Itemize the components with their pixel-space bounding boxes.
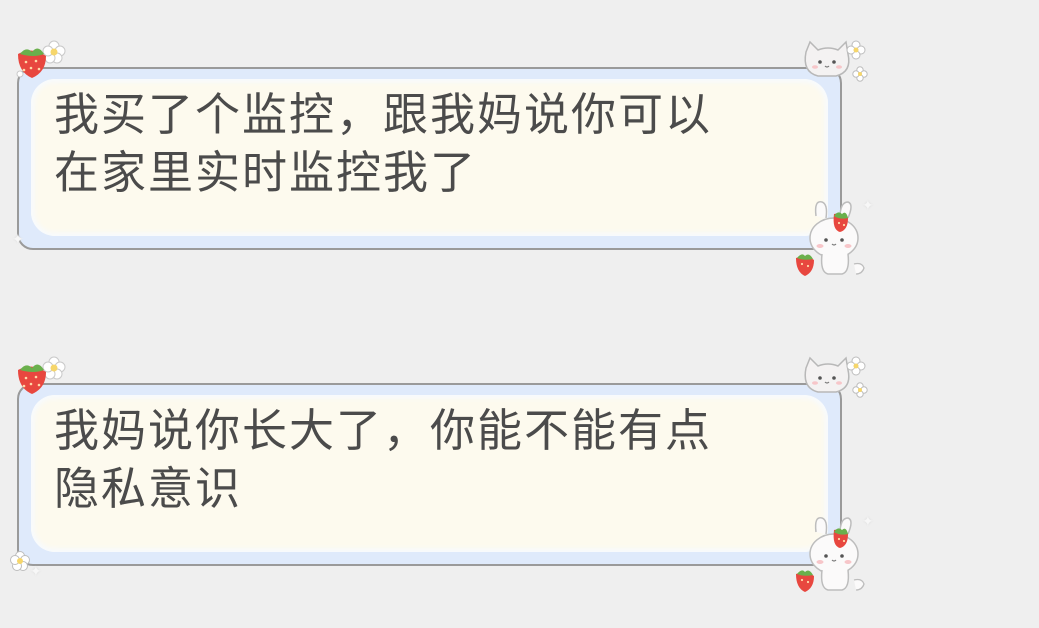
bunny-strawberry-icon xyxy=(796,517,865,592)
strawberry-flower-icon xyxy=(18,356,66,394)
sparkle-icon: ✦ xyxy=(30,564,42,580)
sparkle-icon: ✦ xyxy=(862,198,874,214)
message-text-1: 我买了个监控，跟我妈说你可以 在家里实时监控我了 xyxy=(54,88,713,199)
bunny-strawberry-icon xyxy=(796,201,865,276)
cat-sticker-icon xyxy=(804,356,868,398)
message-bubble-1[interactable]: 我买了个监控，跟我妈说你可以 在家里实时监控我了 xyxy=(17,67,842,250)
chat-screen: { "messages": [ {"text": "我买了个监控，跟我妈说你可以… xyxy=(0,0,1039,628)
message-text-2: 我妈说你长大了，你能不能有点 隐私意识 xyxy=(54,404,713,515)
message-bubble-2[interactable]: 我妈说你长大了，你能不能有点 隐私意识 xyxy=(17,383,842,566)
sparkle-icon: ✦ xyxy=(862,514,874,530)
strawberry-flower-icon xyxy=(16,40,66,78)
cat-sticker-icon xyxy=(804,40,868,82)
sparkle-icon: ✦ xyxy=(12,232,24,248)
